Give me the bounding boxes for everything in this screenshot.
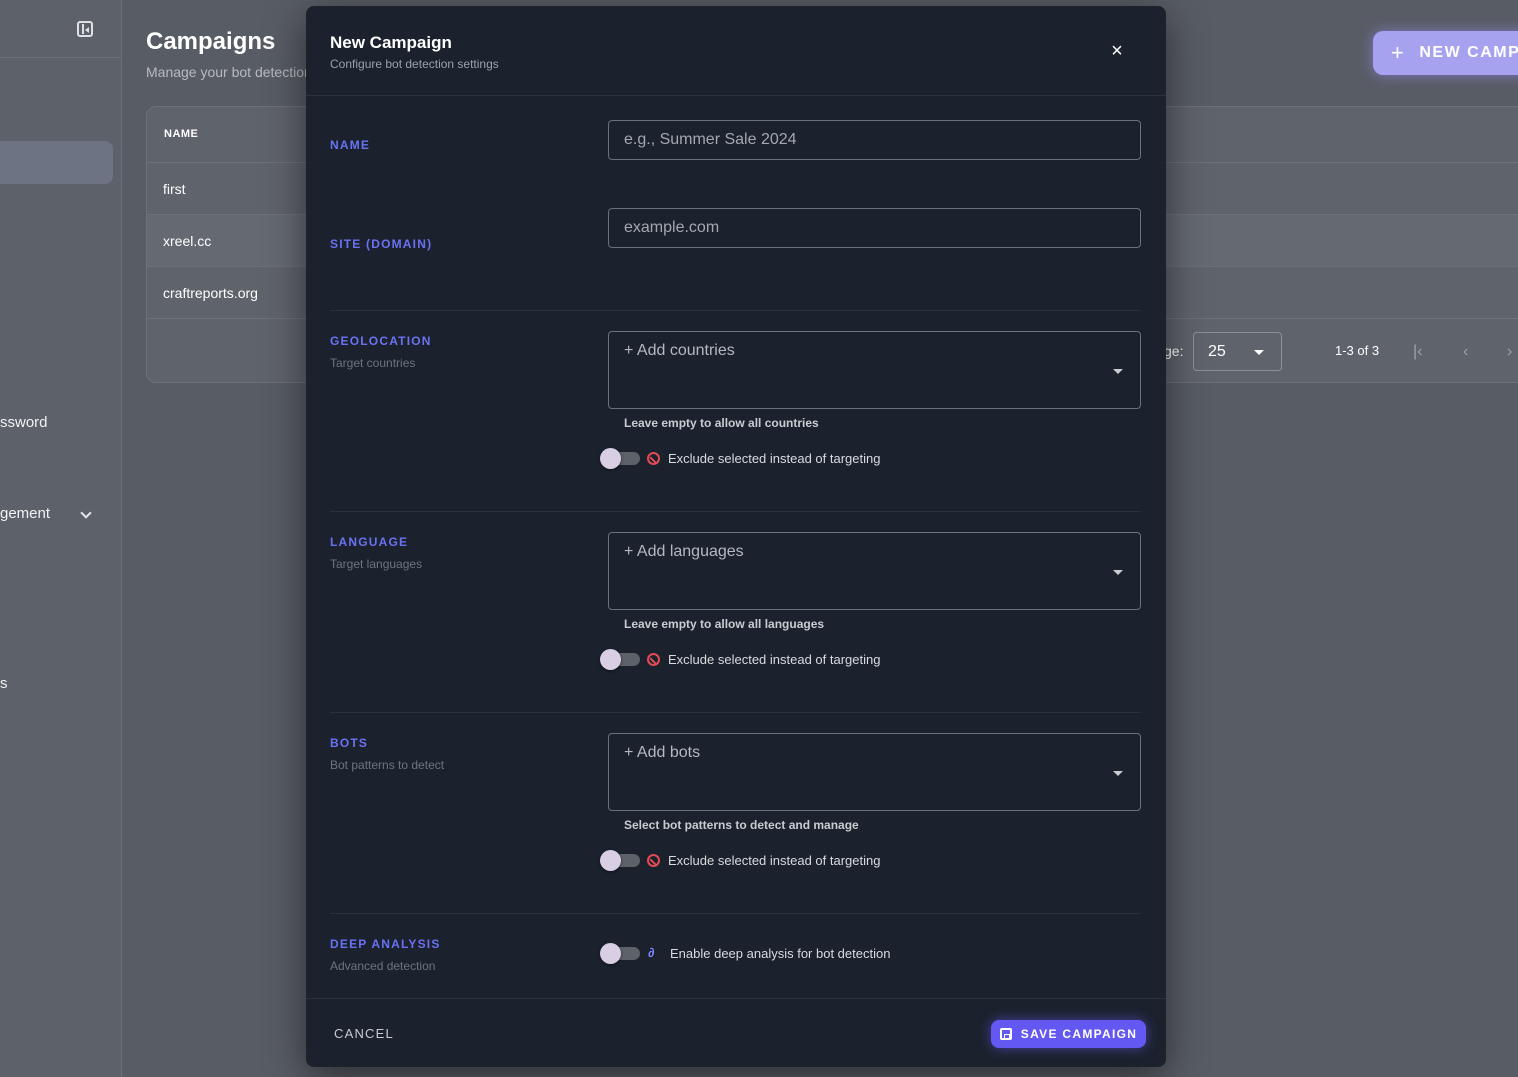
dialog-subtitle: Configure bot detection settings <box>330 57 499 71</box>
language-exclude-toggle[interactable] <box>600 648 642 670</box>
save-campaign-label: SAVE CAMPAIGN <box>1020 1027 1138 1041</box>
bots-label: BOTS <box>330 736 369 750</box>
ban-icon <box>647 451 660 465</box>
languages-helper-text: Leave empty to allow all languages <box>624 617 825 631</box>
language-exclude-text: Exclude selected instead of targeting <box>668 651 881 667</box>
toggle-thumb <box>600 943 621 964</box>
toggle-thumb <box>600 649 621 670</box>
row-name: xreel.cc <box>163 233 212 249</box>
sidebar-item-management[interactable]: gement <box>0 505 50 522</box>
bots-placeholder: + Add bots <box>624 744 701 761</box>
dialog-footer: CANCEL SAVE CAMPAIGN <box>306 998 1166 1067</box>
dialog-title: New Campaign <box>330 33 452 52</box>
page-title: Campaigns <box>146 28 276 55</box>
site-input[interactable] <box>608 208 1141 248</box>
caret-down-icon[interactable] <box>1113 570 1123 575</box>
geolocation-label: GEOLOCATION <box>330 334 432 348</box>
new-campaign-dialog: New Campaign Configure bot detection set… <box>306 6 1166 1067</box>
bots-exclude-row: Exclude selected instead of targeting <box>600 849 880 871</box>
site-label: SITE (DOMAIN) <box>330 237 433 251</box>
new-campaign-button[interactable]: + NEW CAMP <box>1373 31 1518 75</box>
first-page-icon[interactable]: |‹ <box>1413 343 1422 361</box>
rows-per-page-select[interactable]: 25 <box>1193 332 1282 371</box>
name-label: NAME <box>330 138 371 152</box>
column-header-name[interactable]: NAME <box>164 128 198 140</box>
cancel-button[interactable]: CANCEL <box>334 1026 394 1041</box>
sidebar-header <box>0 0 121 58</box>
bots-exclude-toggle[interactable] <box>600 849 642 871</box>
toggle-thumb <box>600 448 621 469</box>
ban-icon <box>647 652 660 666</box>
plus-icon: + <box>1391 40 1406 65</box>
caret-down-icon[interactable] <box>1113 369 1123 374</box>
name-input[interactable] <box>608 120 1141 160</box>
chevron-down-icon[interactable] <box>80 507 92 519</box>
caret-down-icon[interactable] <box>1113 771 1123 776</box>
geolocation-exclude-text: Exclude selected instead of targeting <box>668 450 881 466</box>
bots-description: Bot patterns to detect <box>330 758 445 772</box>
new-campaign-label: NEW CAMP <box>1419 44 1518 61</box>
sidebar-item-active[interactable] <box>0 141 113 184</box>
pagination-range: 1-3 of 3 <box>1335 343 1380 358</box>
deep-analysis-toggle[interactable] <box>600 942 642 964</box>
bots-select[interactable]: + Add bots <box>608 733 1141 811</box>
flask-icon: ∂ <box>648 945 655 960</box>
rows-per-page-value: 25 <box>1208 343 1226 360</box>
previous-page-icon[interactable]: ‹ <box>1463 343 1468 361</box>
divider <box>330 913 1141 914</box>
bots-helper-text: Select bot patterns to detect and manage <box>624 818 859 832</box>
divider <box>330 712 1141 713</box>
countries-placeholder: + Add countries <box>624 342 735 359</box>
sidebar-item-other[interactable]: s <box>0 675 8 692</box>
countries-helper-text: Leave empty to allow all countries <box>624 416 819 430</box>
row-name: craftreports.org <box>163 285 258 301</box>
geolocation-description: Target countries <box>330 356 416 370</box>
sidebar: ssword gement s <box>0 0 122 1077</box>
sidebar-collapse-icon[interactable] <box>77 21 93 37</box>
countries-select[interactable]: + Add countries <box>608 331 1141 409</box>
languages-select[interactable]: + Add languages <box>608 532 1141 610</box>
languages-placeholder: + Add languages <box>624 543 744 560</box>
next-page-icon[interactable]: › <box>1507 343 1512 361</box>
caret-down-icon <box>1254 350 1264 355</box>
deep-analysis-description: Advanced detection <box>330 959 436 973</box>
page-subtitle: Manage your bot detection <box>146 64 312 80</box>
deep-analysis-text: Enable deep analysis for bot detection <box>670 945 891 961</box>
geolocation-exclude-toggle[interactable] <box>600 447 642 469</box>
toggle-thumb <box>600 850 621 871</box>
deep-analysis-label: DEEP ANALYSIS <box>330 937 441 951</box>
divider <box>330 511 1141 512</box>
row-name: first <box>163 181 186 197</box>
bots-exclude-text: Exclude selected instead of targeting <box>668 852 881 868</box>
save-campaign-button[interactable]: SAVE CAMPAIGN <box>991 1020 1146 1048</box>
dialog-header: New Campaign Configure bot detection set… <box>306 6 1166 96</box>
language-label: LANGUAGE <box>330 535 409 549</box>
save-icon <box>999 1028 1012 1040</box>
rows-per-page-label: ge: <box>1164 343 1184 359</box>
close-icon[interactable]: × <box>1106 40 1128 62</box>
ban-icon <box>647 853 660 867</box>
language-description: Target languages <box>330 557 423 571</box>
language-exclude-row: Exclude selected instead of targeting <box>600 648 880 670</box>
geolocation-exclude-row: Exclude selected instead of targeting <box>600 447 880 469</box>
deep-analysis-row: ∂ Enable deep analysis for bot detection <box>600 942 890 964</box>
divider <box>330 310 1141 311</box>
sidebar-item-password[interactable]: ssword <box>0 414 48 431</box>
